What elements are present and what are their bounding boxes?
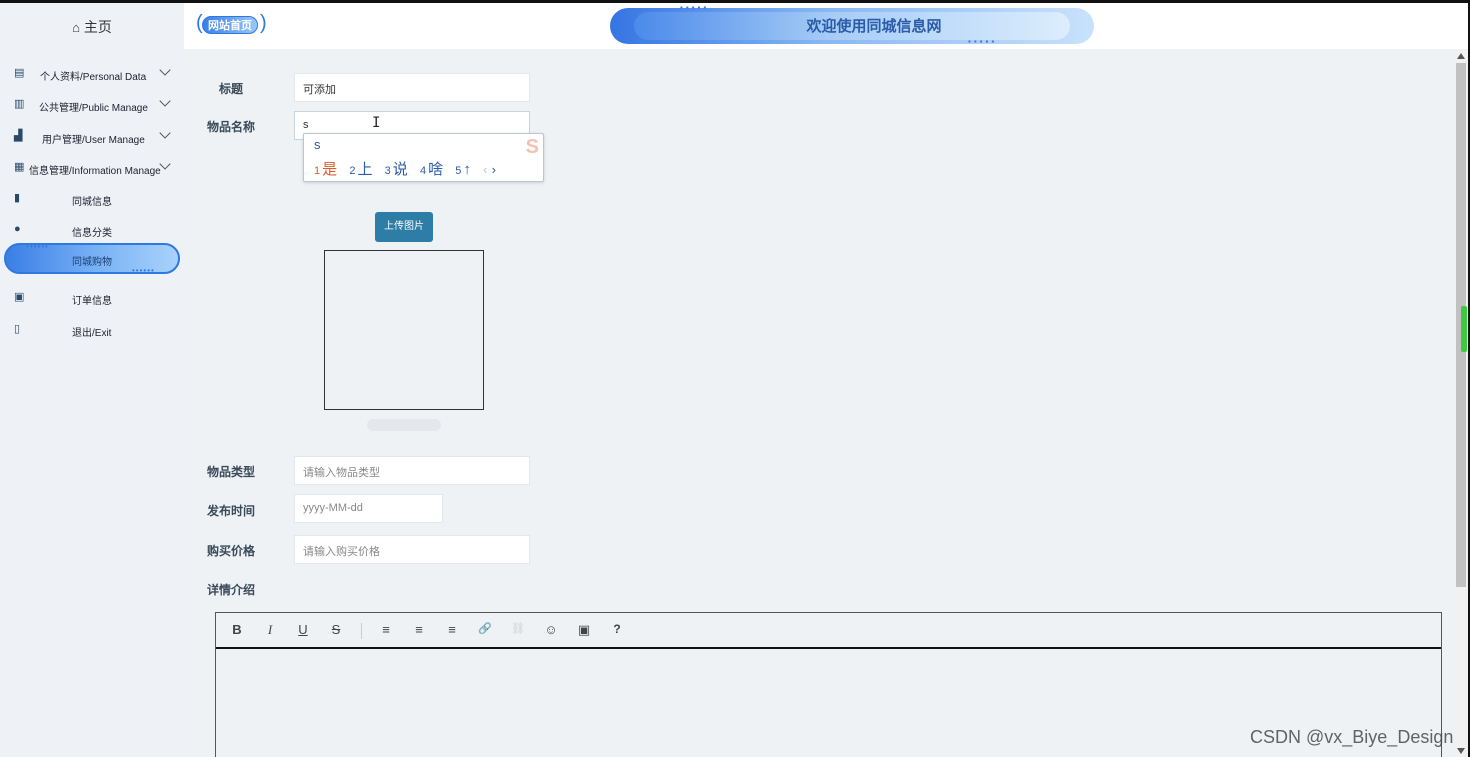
ime-typed-text: s [314, 137, 321, 152]
sidebar-item-label: 退出/Exit [72, 328, 112, 339]
candidate-text: ↑ [463, 161, 471, 178]
item-type-input[interactable]: 请输入物品类型 [294, 456, 530, 485]
welcome-banner: 欢迎使用同城信息网 [610, 8, 1094, 44]
sidebar-item-label: 个人资料/Personal Data [40, 72, 147, 83]
chevron-down-icon [159, 95, 171, 107]
candidate-text: 是 [322, 161, 338, 178]
align-right-icon[interactable]: ≡ [443, 622, 461, 637]
site-home-label: 网站首页 [208, 20, 252, 32]
title-label: 标题 [219, 82, 244, 96]
sidebar-item-user-manage[interactable]: ▟ 用户管理/User Manage [0, 126, 184, 148]
underline-icon[interactable]: U [294, 622, 312, 637]
sidebar-item-label: 信息管理/Information Manage [29, 166, 161, 177]
toolbar-divider [361, 623, 362, 639]
candidate-number: 5 [455, 165, 462, 177]
banner-title: 欢迎使用同城信息网 [806, 18, 942, 35]
sidebar-item-label: 订单信息 [72, 296, 112, 307]
sidebar-item-label: 信息分类 [72, 228, 112, 239]
publish-time-input[interactable]: yyyy-MM-dd [294, 494, 443, 523]
sidebar-item-label: 用户管理/User Manage [42, 135, 145, 146]
sidebar-home[interactable]: ⌂ 主页 [0, 17, 184, 37]
vertical-scrollbar[interactable] [1454, 49, 1468, 757]
candidate-number: 1 [314, 165, 321, 177]
ime-candidate[interactable]: 2上 [349, 161, 372, 178]
italic-icon[interactable]: I [261, 622, 279, 638]
help-icon[interactable]: ? [608, 622, 626, 636]
sidebar-item-orders[interactable]: ▣ 订单信息 [0, 287, 184, 309]
chevron-down-icon [159, 127, 171, 139]
clipboard-icon: ▥ [14, 98, 25, 110]
sidebar-item-exit[interactable]: ▯ 退出/Exit [0, 319, 184, 341]
link-icon[interactable]: 🔗 [476, 622, 494, 635]
align-left-icon[interactable]: ≡ [377, 622, 395, 637]
decoration-dots: •••••• [132, 266, 155, 275]
sidebar-home-label: 主页 [83, 19, 112, 35]
candidate-number: 4 [419, 165, 427, 177]
sidebar-item-info-category[interactable]: ● 信息分类 [0, 219, 184, 241]
upload-image-button[interactable]: 上传图片 [375, 212, 433, 242]
sidebar-item-public-manage[interactable]: ▥ 公共管理/Public Manage [0, 94, 184, 116]
candidate-number: 3 [384, 165, 391, 177]
ime-candidate[interactable]: 5 ↑ [455, 161, 471, 178]
publish-time-label: 发布时间 [207, 504, 256, 518]
align-center-icon[interactable]: ≡ [410, 622, 428, 637]
image-icon[interactable]: ▣ [575, 622, 593, 638]
sidebar: ⌂ 主页 ▤ 个人资料/Personal Data ▥ 公共管理/Public M… [0, 3, 184, 757]
users-icon: ▟ [14, 130, 23, 142]
decoration-dots: •••••• [26, 242, 49, 251]
details-label: 详情介绍 [207, 583, 256, 597]
sidebar-item-personal-data[interactable]: ▤ 个人资料/Personal Data [0, 63, 184, 85]
bold-icon[interactable]: B [228, 622, 246, 637]
ime-next-page-icon[interactable]: › [492, 162, 496, 177]
ime-candidate[interactable]: 3说 [385, 161, 408, 178]
item-name-label: 物品名称 [207, 120, 256, 134]
chart-icon: ▦ [14, 161, 25, 173]
scroll-position-marker [1461, 306, 1467, 352]
watermark: CSDN @vx_Biye_Design [1250, 727, 1454, 747]
candidate-number: 2 [349, 165, 356, 177]
sidebar-item-city-info[interactable]: ▮ 同城信息 [0, 188, 184, 210]
sidebar-item-label: 同城购物 [72, 257, 112, 268]
text-cursor-icon: I [372, 115, 381, 131]
bookmark-icon: ▮ [14, 192, 21, 204]
ime-candidate-popup[interactable]: s S 1是 2上 3说 4啥 5 ↑ ‹ › [303, 133, 544, 182]
scroll-down-arrow-icon[interactable] [1457, 748, 1465, 754]
sidebar-item-label: 公共管理/Public Manage [39, 103, 148, 114]
site-home-button[interactable]: ( 网站首页 ) [196, 12, 270, 38]
profile-icon: ▤ [14, 67, 25, 79]
sidebar-item-label: 同城信息 [72, 197, 112, 208]
chevron-down-icon [159, 158, 171, 170]
candidate-text: 啥 [428, 161, 444, 178]
purchase-price-input[interactable]: 请输入购买价格 [294, 535, 530, 564]
purchase-price-label: 购买价格 [207, 544, 256, 558]
ime-prev-page-icon[interactable]: ‹ [483, 162, 487, 177]
ime-logo-icon: S [525, 136, 539, 158]
decoration-dots: ▪▪▪▪▪ [680, 3, 710, 12]
bracket-right-decoration: ) [260, 12, 267, 34]
scroll-up-arrow-icon[interactable] [1457, 53, 1465, 59]
unlink-icon[interactable]: ⛓ [509, 622, 527, 635]
image-preview [324, 250, 484, 410]
ime-candidates: 1是 2上 3说 4啥 5 ↑ ‹ › [314, 158, 496, 179]
candidate-text: 说 [392, 161, 408, 178]
ime-candidate[interactable]: 4啥 [420, 161, 443, 178]
candidate-text: 上 [357, 161, 373, 178]
ime-candidate[interactable]: 1是 [314, 161, 337, 178]
strikethrough-icon[interactable]: S [327, 622, 345, 637]
editor-toolbar: B I U S ≡ ≡ ≡ 🔗 ⛓ ☺ ▣ ? [216, 613, 1441, 649]
sidebar-item-information-manage[interactable]: ▦ 信息管理/Information Manage [0, 157, 184, 179]
decoration-dots: ▪▪▪▪▪ [968, 37, 998, 46]
calendar-check-icon: ▣ [14, 291, 25, 303]
title-input[interactable]: 可添加 [294, 73, 530, 102]
image-preview-bar [367, 419, 441, 431]
chevron-down-icon [159, 64, 171, 76]
person-icon: ● [14, 223, 21, 235]
book-icon: ▯ [14, 323, 21, 335]
home-icon: ⌂ [72, 20, 80, 35]
emoji-icon[interactable]: ☺ [542, 622, 560, 637]
item-type-label: 物品类型 [207, 465, 256, 479]
